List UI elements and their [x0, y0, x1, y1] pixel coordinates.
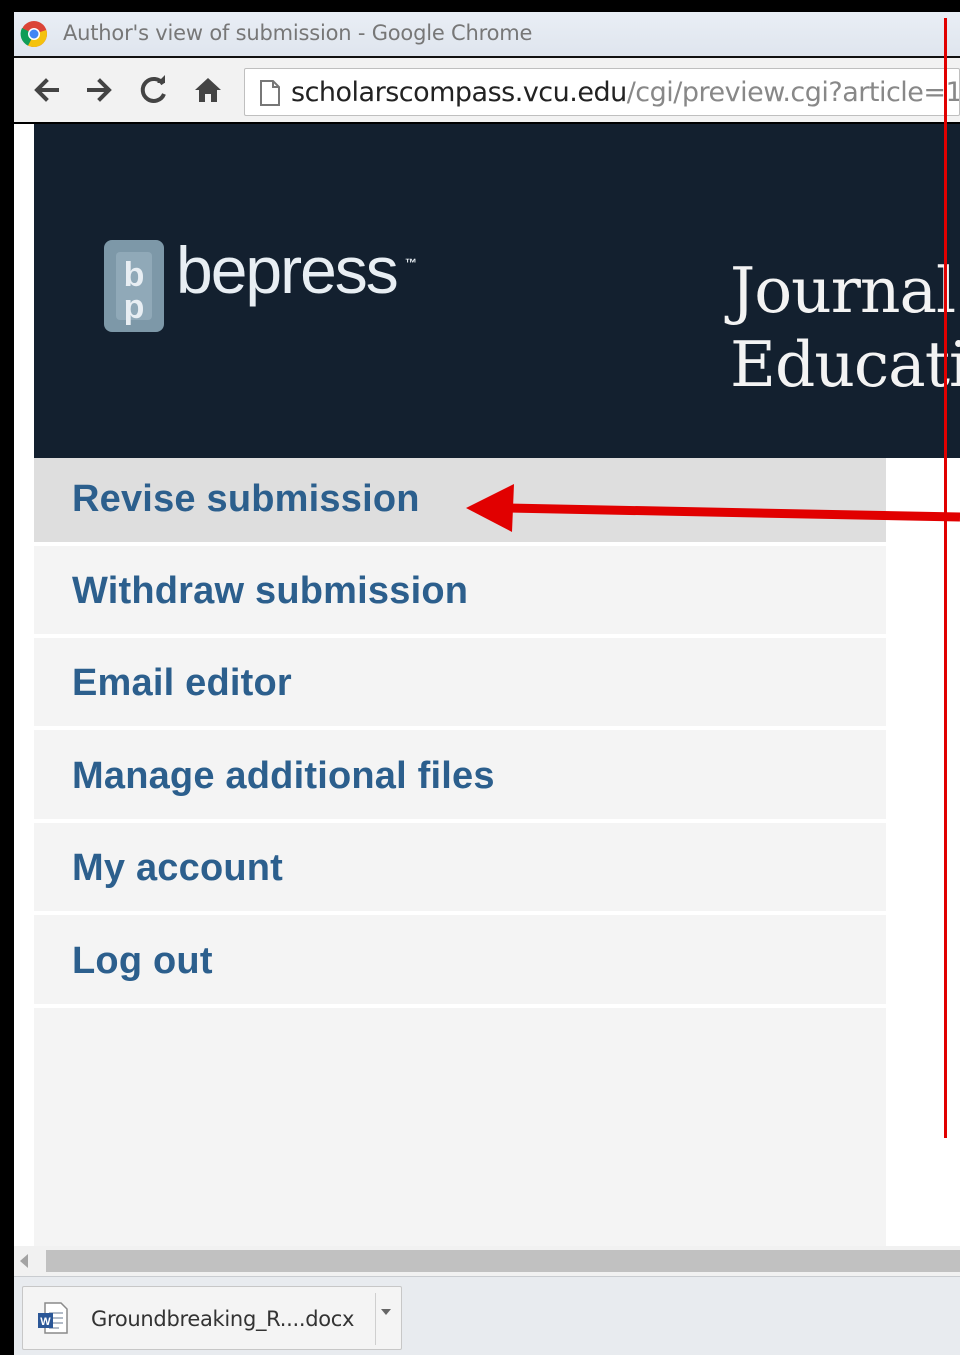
journal-header: b p bepress ™ Journal Educati — [34, 124, 960, 458]
forward-arrow-icon — [87, 78, 112, 102]
download-shelf: W Groundbreaking_R....docx — [14, 1276, 960, 1355]
scrollbar-thumb[interactable] — [46, 1250, 960, 1272]
my-account-link[interactable]: My account — [72, 847, 283, 890]
revise-submission-link[interactable]: Revise submission — [72, 478, 420, 521]
chrome-logo-icon — [20, 21, 47, 48]
journal-title-line2: Educati — [730, 328, 960, 401]
download-divider — [375, 1293, 376, 1345]
download-menu-dropdown-icon[interactable] — [381, 1309, 391, 1315]
window-title-bar: Author's view of submission - Google Chr… — [14, 12, 960, 56]
back-arrow-icon — [34, 78, 59, 102]
journal-title: Journal Educati — [730, 254, 960, 402]
url-path: /cgi/preview.cgi?article=1 — [626, 77, 960, 108]
manage-additional-files-link[interactable]: Manage additional files — [72, 755, 495, 798]
svg-text:W: W — [40, 1316, 51, 1328]
window-title: Author's view of submission - Google Chr… — [63, 21, 533, 45]
forward-button[interactable] — [80, 70, 120, 110]
reload-button[interactable] — [134, 70, 174, 110]
browser-toolbar: scholarscompass.vcu.edu/cgi/preview.cgi?… — [14, 56, 960, 122]
menu-item-log-out[interactable]: Log out — [34, 920, 886, 1008]
log-out-link[interactable]: Log out — [72, 940, 213, 983]
withdraw-submission-link[interactable]: Withdraw submission — [72, 570, 468, 613]
author-sidebar-menu: Revise submission Withdraw submission Em… — [34, 458, 886, 1246]
annotation-arrow-icon — [466, 484, 960, 532]
menu-item-email-editor[interactable]: Email editor — [34, 642, 886, 730]
annotation-vertical-line — [944, 18, 947, 1138]
home-icon — [195, 78, 221, 102]
back-button[interactable] — [26, 70, 66, 110]
menu-item-manage-additional-files[interactable]: Manage additional files — [34, 735, 886, 823]
word-document-icon: W — [38, 1302, 68, 1334]
download-file-name: Groundbreaking_R....docx — [91, 1307, 355, 1331]
page-viewport: b p bepress ™ Journal Educati Revise sub… — [14, 124, 960, 1246]
bepress-logo[interactable]: b p bepress ™ — [104, 233, 434, 340]
journal-title-line1: Journal — [730, 254, 956, 327]
trademark-mark: ™ — [405, 256, 417, 270]
url-text: scholarscompass.vcu.edu/cgi/preview.cgi?… — [291, 77, 960, 108]
browser-window: Author's view of submission - Google Chr… — [0, 0, 960, 1355]
scroll-left-arrow-icon[interactable] — [20, 1254, 28, 1268]
horizontal-scrollbar[interactable] — [14, 1246, 960, 1276]
bepress-wordmark: bepress — [176, 233, 399, 307]
home-button[interactable] — [188, 70, 228, 110]
bepress-mark-icon: b p — [104, 240, 164, 332]
email-editor-link[interactable]: Email editor — [72, 662, 292, 705]
address-bar[interactable]: scholarscompass.vcu.edu/cgi/preview.cgi?… — [244, 68, 960, 116]
menu-item-withdraw-submission[interactable]: Withdraw submission — [34, 550, 886, 638]
svg-text:p: p — [124, 288, 145, 326]
page-icon — [260, 80, 280, 106]
reload-icon — [140, 75, 166, 103]
menu-item-my-account[interactable]: My account — [34, 827, 886, 915]
download-item[interactable]: W Groundbreaking_R....docx — [22, 1286, 402, 1350]
url-domain: scholarscompass.vcu.edu — [291, 77, 627, 108]
